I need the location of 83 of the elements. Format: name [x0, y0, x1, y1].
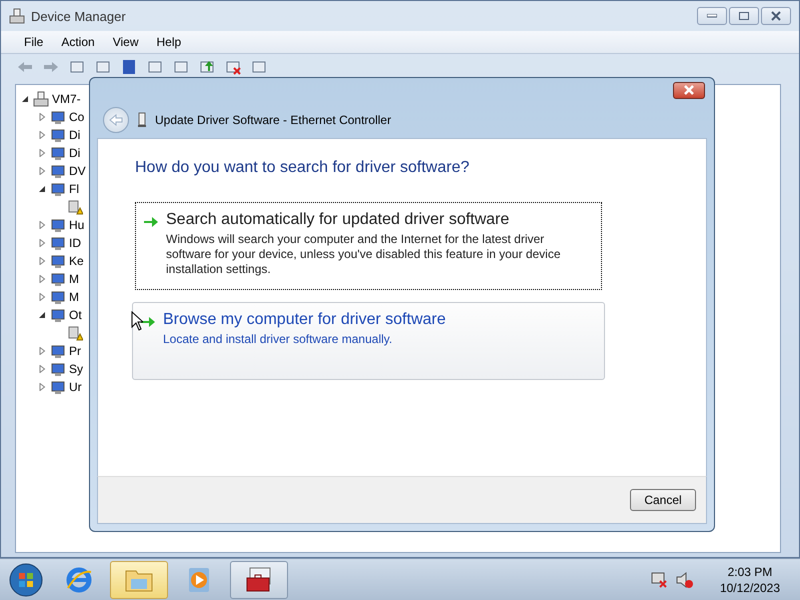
monitor-icon	[50, 127, 66, 143]
muted-speaker-icon[interactable]	[676, 570, 694, 588]
monitor-icon	[50, 271, 66, 287]
warning-device-icon	[67, 325, 83, 341]
option-link[interactable]	[135, 202, 602, 290]
tree-item[interactable]: Di	[69, 146, 80, 160]
expand-icon[interactable]	[38, 167, 46, 175]
expand-icon[interactable]	[38, 257, 46, 265]
dialog-title: Update Driver Software - Ethernet Controller	[155, 113, 392, 127]
monitor-icon	[50, 307, 66, 323]
tree-item[interactable]: ID	[69, 236, 81, 250]
maximize-icon	[739, 12, 749, 20]
option-description: Locate and install driver software manually.	[163, 332, 394, 347]
monitor-icon	[50, 253, 66, 269]
tree-item[interactable]: Sy	[69, 362, 84, 376]
monitor-icon	[50, 361, 66, 377]
tree-item[interactable]: Ur	[69, 380, 82, 394]
minimize-button[interactable]	[697, 7, 727, 25]
expand-icon[interactable]	[38, 347, 46, 355]
expand-icon[interactable]	[38, 113, 46, 121]
collapse-icon[interactable]	[21, 95, 29, 103]
network-icon[interactable]	[650, 570, 668, 588]
expand-icon[interactable]	[38, 221, 46, 229]
clock-date[interactable]: 10/12/2023	[720, 580, 780, 596]
monitor-icon	[50, 343, 66, 359]
option-description: Windows will search your computer and the Internet for the latest driver software for your device, unless you've disabled this feature in your device installation settings.	[166, 232, 562, 277]
monitor-icon	[50, 163, 66, 179]
expand-icon[interactable]	[38, 293, 46, 301]
close-icon	[683, 85, 695, 95]
close-icon	[771, 11, 781, 21]
tree-item[interactable]: DV	[69, 164, 86, 178]
monitor-icon	[50, 181, 66, 197]
monitor-icon	[50, 379, 66, 395]
computer-icon	[33, 91, 49, 107]
clock-time[interactable]: 2:03 PM	[728, 564, 772, 580]
tree-item[interactable]: Pr	[69, 344, 81, 358]
taskbar-button[interactable]	[230, 560, 288, 598]
option-title: Browse my computer for driver software	[163, 311, 447, 329]
monitor-icon	[50, 217, 66, 233]
tree-item[interactable]: Fl	[69, 182, 79, 196]
expand-icon[interactable]	[38, 383, 46, 391]
minimize-icon	[707, 14, 717, 18]
network-adapter-icon	[137, 112, 147, 128]
monitor-icon	[50, 289, 66, 305]
expand-icon[interactable]	[38, 239, 46, 247]
tree-item[interactable]: M	[69, 290, 79, 304]
tree-item[interactable]: Hu	[69, 218, 84, 232]
collapse-icon[interactable]	[38, 311, 46, 319]
monitor-icon	[50, 145, 66, 161]
expand-icon[interactable]	[38, 275, 46, 283]
expand-icon[interactable]	[38, 149, 46, 157]
arrow-icon	[141, 316, 155, 328]
back-arrow-icon	[109, 114, 123, 126]
tree-item[interactable]: Di	[69, 128, 80, 142]
arrow-icon	[144, 216, 158, 228]
tree-item[interactable]: M	[69, 272, 79, 286]
expand-icon[interactable]	[38, 365, 46, 373]
menu-item[interactable]: View	[104, 35, 148, 49]
tree-item[interactable]: Ot	[69, 308, 82, 322]
back-button[interactable]	[103, 107, 129, 133]
menu-item[interactable]: File	[15, 35, 52, 49]
browser-e-icon	[65, 566, 93, 594]
close-button[interactable]	[673, 82, 705, 98]
tree-item[interactable]: Co	[69, 110, 84, 124]
close-button[interactable]	[761, 7, 791, 25]
dialog-question: How do you want to search for driver software?	[135, 159, 470, 177]
tree-item[interactable]: VM7-	[52, 92, 81, 106]
mouse-pointer-icon	[131, 311, 143, 331]
menu-item[interactable]: Action	[52, 35, 104, 49]
warning-device-icon	[67, 199, 83, 215]
monitor-icon	[50, 235, 66, 251]
monitor-icon	[50, 109, 66, 125]
cancel-button[interactable]: Cancel	[630, 489, 696, 511]
computer-icon	[9, 8, 25, 24]
collapse-icon[interactable]	[38, 185, 46, 193]
menu-item[interactable]: Help	[148, 35, 190, 49]
tree-item[interactable]: Ke	[69, 254, 84, 268]
option-title: Search automatically for updated driver software	[166, 211, 510, 229]
maximize-button[interactable]	[729, 7, 759, 25]
media-player-icon	[186, 566, 212, 594]
option-link[interactable]: Browse my computer for driver software Locate and install driver software manually.	[132, 302, 605, 380]
expand-icon[interactable]	[38, 131, 46, 139]
window-title: Device Manager	[31, 8, 126, 24]
